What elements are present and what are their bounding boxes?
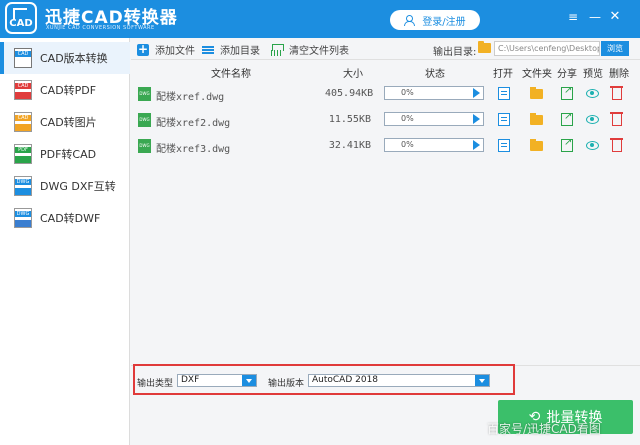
output-type-value: DXF [181,375,200,385]
sidebar-item-cad-image[interactable]: CAD CAD转图片 [0,106,130,138]
cad-version-icon: CAD [14,48,32,68]
play-icon[interactable] [473,140,480,150]
col-open: 打开 [493,69,513,80]
app-subtitle: XUNJIE CAD CONVERSION SOFTWARE [46,25,155,31]
play-icon[interactable] [473,88,480,98]
app-window: CAD 迅捷CAD转换器 XUNJIE CAD CONVERSION SOFTW… [0,0,640,445]
col-status: 状态 [425,69,445,80]
play-icon[interactable] [473,114,480,124]
cad-pdf-icon: CAD [14,80,32,100]
sidebar-item-label: DWG DXF互转 [40,180,116,193]
output-dir-label: 输出目录: [433,47,477,58]
progress-bar: 0% [384,138,484,152]
dwg-file-icon: DWG [138,87,151,101]
progress-text: 0% [401,140,414,149]
add-dir-button[interactable]: 添加目录 [202,42,260,57]
title-bar: CAD 迅捷CAD转换器 XUNJIE CAD CONVERSION SOFTW… [0,0,640,38]
file-size: 32.41KB [328,140,371,151]
chevron-down-icon [475,375,489,386]
progress-text: 0% [401,114,414,123]
plus-icon [137,42,149,56]
sidebar-item-dwg-dxf[interactable]: DWG DWG DXF互转 [0,170,130,202]
output-version-label: 输出版本 [268,379,305,389]
share-icon[interactable] [561,111,573,126]
table-row[interactable]: DWG 配楼xref.dwg 405.94KB 0% [131,81,640,107]
file-name: 配楼xref2.dwg [156,118,231,129]
folder-icon[interactable] [530,113,543,125]
sidebar-item-label: CAD转PDF [40,84,97,97]
open-file-icon[interactable] [498,87,510,100]
preview-eye-icon[interactable] [586,141,599,150]
sidebar-item-label: PDF转CAD [40,148,97,161]
output-version-value: AutoCAD 2018 [312,375,379,385]
open-file-icon[interactable] [498,139,510,152]
sidebar-item-cad-version[interactable]: CAD CAD版本转换 [0,42,130,74]
progress-bar: 0% [384,112,484,126]
broom-icon [271,43,284,56]
trash-icon[interactable] [610,86,623,100]
file-size: 11.55KB [328,114,371,125]
col-name: 文件名称 [211,69,251,80]
sidebar-item-cad-pdf[interactable]: CAD CAD转PDF [0,74,130,106]
login-label: 登录/注册 [422,16,466,28]
sidebar-item-label: CAD版本转换 [40,52,108,65]
output-type-select[interactable]: DXF [177,374,257,387]
share-icon[interactable] [561,85,573,100]
clear-list-label: 清空文件列表 [289,46,349,57]
table-row[interactable]: DWG 配楼xref3.dwg 32.41KB 0% [131,133,640,159]
open-file-icon[interactable] [498,113,510,126]
col-share: 分享 [557,69,577,80]
table-row[interactable]: DWG 配楼xref2.dwg 11.55KB 0% [131,107,640,133]
cad-image-icon: CAD [14,112,32,132]
menu-icon[interactable]: ≡ [566,10,580,24]
col-delete: 删除 [609,69,629,80]
toolbar: 添加文件 添加目录 清空文件列表 输出目录: C:\Users\cenfeng\… [131,38,640,60]
add-file-button[interactable]: 添加文件 [137,42,195,57]
browse-button[interactable]: 浏览 [601,41,629,56]
sidebar-item-cad-dwf[interactable]: DWG CAD转DWF [0,202,130,234]
col-folder: 文件夹 [522,69,552,80]
trash-icon[interactable] [610,112,623,126]
list-icon [202,44,214,56]
login-button[interactable]: 登录/注册 [390,10,480,30]
preview-eye-icon[interactable] [586,89,599,98]
logo-text: CAD [9,18,33,29]
close-icon[interactable]: ✕ [608,10,622,24]
sidebar-item-label: CAD转图片 [40,116,97,129]
progress-bar: 0% [384,86,484,100]
progress-text: 0% [401,88,414,97]
dwg-dxf-icon: DWG [14,176,32,196]
col-size: 大小 [343,69,363,80]
table-header: 文件名称 大小 状态 打开 文件夹 分享 预览 删除 [131,62,640,80]
sidebar: CAD CAD版本转换 CAD CAD转PDF CAD CAD转图片 PDF P… [0,38,130,445]
share-icon[interactable] [561,137,573,152]
folder-icon[interactable] [530,139,543,151]
dwg-file-icon: DWG [138,139,151,153]
chevron-down-icon [242,375,256,386]
folder-icon[interactable] [530,87,543,99]
app-logo: CAD [5,2,37,34]
file-name: 配楼xref3.dwg [156,144,231,155]
trash-icon[interactable] [610,138,623,152]
watermark: 百家号/迅捷CAD看图 [487,422,601,436]
pdf-cad-icon: PDF [14,144,32,164]
output-type-label: 输出类型 [137,379,174,389]
add-dir-label: 添加目录 [220,46,260,57]
col-preview: 预览 [583,69,603,80]
user-icon [404,15,416,26]
add-file-label: 添加文件 [155,46,195,57]
file-name: 配楼xref.dwg [156,92,225,103]
sidebar-item-label: CAD转DWF [40,212,101,225]
folder-icon[interactable] [478,41,491,53]
cad-dwf-icon: DWG [14,208,32,228]
output-version-select[interactable]: AutoCAD 2018 [308,374,490,387]
minimize-icon[interactable]: — [588,10,602,24]
output-path-input[interactable]: C:\Users\cenfeng\Desktop [494,41,600,56]
preview-eye-icon[interactable] [586,115,599,124]
file-size: 405.94KB [325,88,374,99]
dwg-file-icon: DWG [138,113,151,127]
sidebar-item-pdf-cad[interactable]: PDF PDF转CAD [0,138,130,170]
clear-list-button[interactable]: 清空文件列表 [271,42,349,57]
